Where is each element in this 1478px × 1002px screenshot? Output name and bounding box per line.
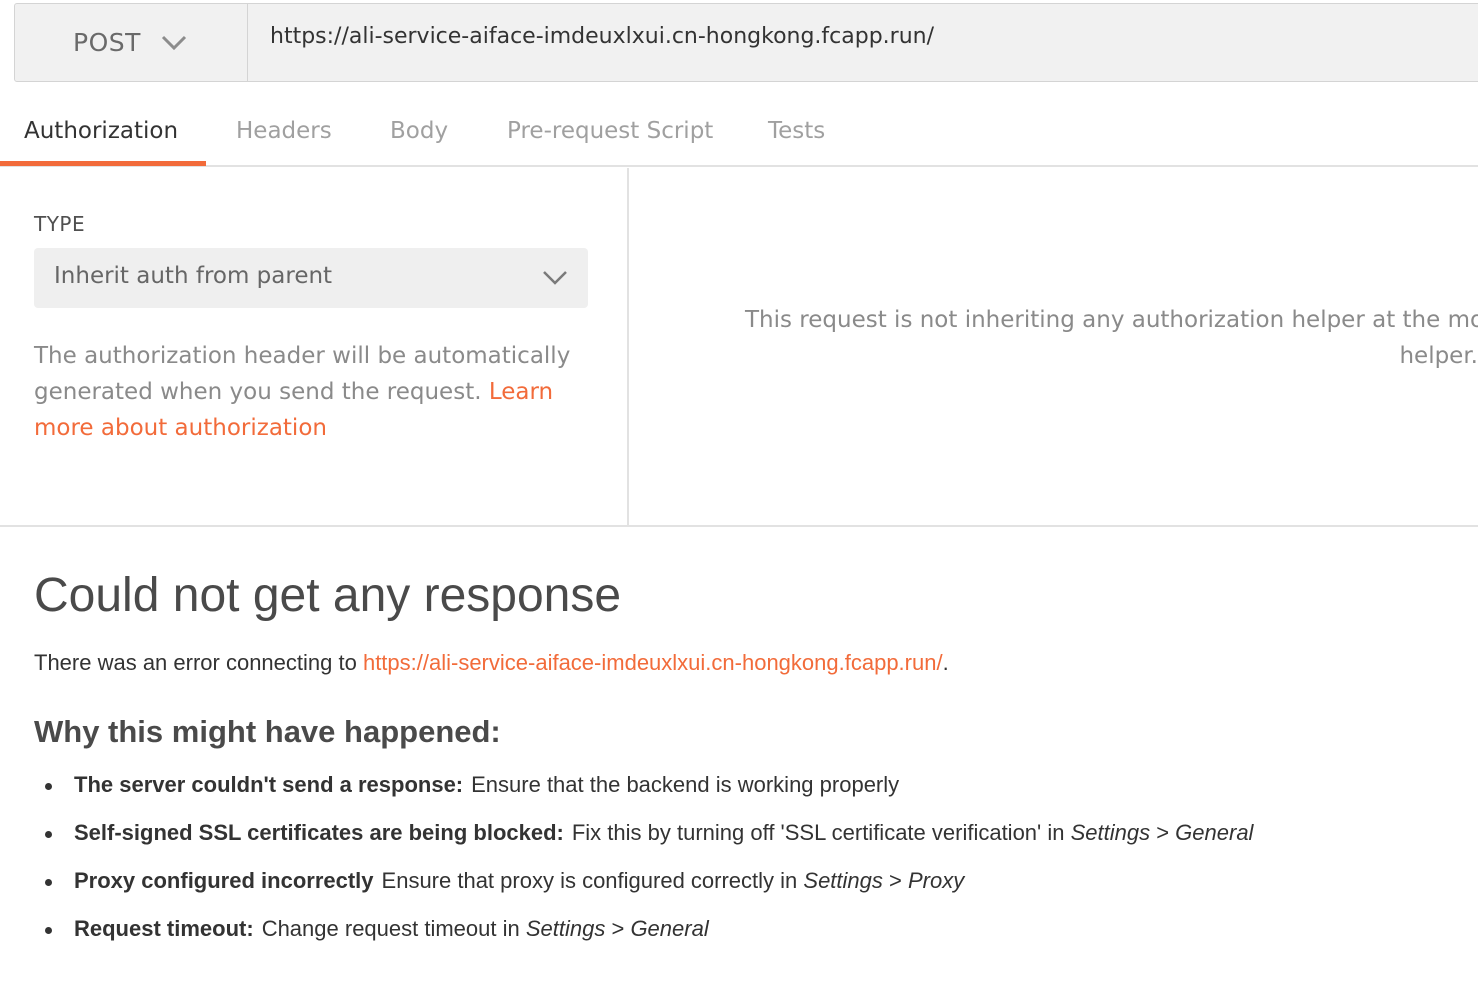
- reason-item: Proxy configured incorrectly Ensure that …: [34, 868, 1474, 916]
- settings-path-segment: Settings: [1070, 820, 1151, 845]
- divider: [0, 525, 1478, 527]
- bullet-icon: [45, 927, 52, 934]
- tab-headers[interactable]: Headers: [236, 108, 332, 166]
- response-title: Could not get any response: [34, 569, 622, 622]
- inherit-message: This request is not inheriting any autho…: [745, 307, 1478, 333]
- reason-text: Ensure that proxy is configured correctl…: [381, 868, 965, 893]
- chevron-down-icon: [161, 35, 186, 50]
- reason-item: Self-signed SSL certificates are being b…: [34, 820, 1474, 868]
- bullet-icon: [45, 879, 52, 886]
- settings-path-segment: General: [630, 916, 709, 941]
- response-error: There was an error connecting to https:/…: [34, 650, 1474, 676]
- method-select[interactable]: POST: [15, 4, 248, 81]
- reason-title: Request timeout:: [74, 916, 254, 941]
- reason-item: The server couldn't send a response: Ensu…: [34, 772, 1474, 820]
- reason-text: Fix this by turning off 'SSL certificate…: [571, 820, 1254, 845]
- error-prefix: There was an error connecting to: [34, 650, 363, 675]
- auth-type-select[interactable]: Inherit auth from parent: [34, 248, 588, 308]
- settings-path-segment: Settings: [525, 916, 606, 941]
- chevron-down-icon: [543, 271, 567, 285]
- method-label: POST: [73, 28, 141, 57]
- auth-type-label: TYPE: [34, 212, 86, 236]
- bullet-icon: [45, 783, 52, 790]
- reason-title: Proxy configured incorrectly: [74, 868, 374, 893]
- reason-item: Request timeout: Change request timeout i…: [34, 916, 1474, 964]
- error-url-link[interactable]: https://ali-service-aiface-imdeuxlxui.cn…: [363, 650, 943, 675]
- response-panel: Could not get any response There was an …: [34, 560, 1474, 964]
- tab-body[interactable]: Body: [390, 108, 448, 166]
- request-bar: POST https://ali-service-aiface-imdeuxlx…: [14, 3, 1478, 82]
- tab-authorization[interactable]: Authorization: [0, 108, 206, 166]
- reason-text: Ensure that the backend is working prope…: [471, 772, 900, 797]
- why-heading: Why this might have happened:: [34, 714, 501, 749]
- url-input[interactable]: https://ali-service-aiface-imdeuxlxui.cn…: [270, 24, 934, 49]
- auth-settings-panel: TYPE Inherit auth from parent The author…: [0, 168, 629, 526]
- settings-path-segment: Settings: [803, 868, 883, 893]
- inherit-message-continued: helper.: [1399, 343, 1478, 369]
- auth-info-panel: This request is not inheriting any autho…: [631, 168, 1478, 526]
- bullet-icon: [45, 831, 52, 838]
- reason-text: Change request timeout in Settings > Gen…: [261, 916, 709, 941]
- tab-pre-request-script[interactable]: Pre-request Script: [507, 108, 713, 166]
- request-tabs: Authorization Headers Body Pre-request S…: [0, 108, 1478, 167]
- reasons-list: The server couldn't send a response: Ensu…: [34, 772, 1474, 964]
- auth-description: The authorization header will be automat…: [34, 338, 574, 446]
- tab-tests[interactable]: Tests: [768, 108, 825, 166]
- settings-path-segment: Proxy: [907, 868, 965, 893]
- auth-type-value: Inherit auth from parent: [54, 263, 333, 289]
- error-suffix: .: [942, 650, 949, 675]
- reason-title: Self-signed SSL certificates are being b…: [74, 820, 564, 845]
- reason-title: The server couldn't send a response:: [74, 772, 464, 797]
- settings-path-segment: General: [1175, 820, 1254, 845]
